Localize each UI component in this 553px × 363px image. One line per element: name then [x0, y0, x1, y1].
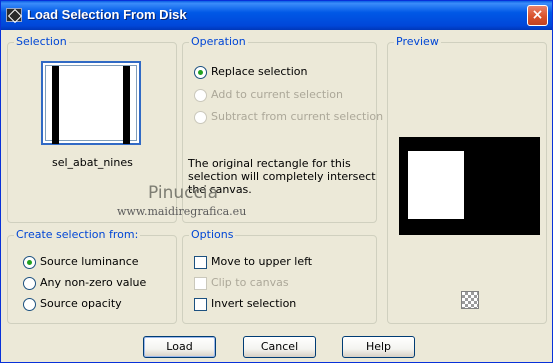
invert-selection-checkbox[interactable]: Invert selection [194, 297, 296, 311]
load-button[interactable]: Load [143, 336, 216, 358]
preview-selection-area [408, 151, 464, 219]
create-from-legend: Create selection from: [14, 228, 141, 241]
thumbnail-left-bar [52, 66, 59, 144]
checkbox-icon [194, 297, 207, 311]
radio-icon [23, 276, 36, 290]
add-to-selection-radio: Add to current selection [194, 88, 343, 102]
operation-legend: Operation [189, 35, 248, 48]
clip-to-canvas-label: Clip to canvas [211, 276, 289, 289]
selection-name: sel_abat_nines [52, 156, 133, 169]
move-to-upper-left-checkbox[interactable]: Move to upper left [194, 255, 312, 269]
subtract-selection-radio: Subtract from current selection [194, 110, 383, 124]
close-button[interactable]: × [527, 5, 548, 26]
radio-icon [194, 110, 207, 124]
title-bar[interactable]: Load Selection From Disk × [1, 1, 552, 30]
clip-to-canvas-checkbox: Clip to canvas [194, 276, 289, 290]
transparency-checker-icon[interactable] [461, 291, 479, 309]
radio-icon [194, 65, 207, 79]
source-opacity-label: Source opacity [40, 297, 122, 310]
source-luminance-label: Source luminance [40, 255, 139, 268]
invert-selection-label: Invert selection [211, 297, 297, 310]
source-opacity-radio[interactable]: Source opacity [23, 297, 122, 311]
preview-image [399, 137, 540, 235]
subtract-selection-label: Subtract from current selection [211, 110, 384, 123]
selection-legend: Selection [14, 35, 69, 48]
window-title: Load Selection From Disk [27, 7, 187, 22]
radio-icon [23, 297, 36, 311]
thumbnail-right-bar [123, 66, 130, 144]
selection-thumbnail[interactable] [41, 61, 141, 145]
watermark-name: Pinuccia [148, 183, 218, 203]
app-icon [6, 8, 22, 22]
replace-selection-radio[interactable]: Replace selection [194, 65, 307, 79]
preview-legend: Preview [394, 35, 441, 48]
options-legend: Options [189, 228, 236, 241]
help-button[interactable]: Help [342, 336, 415, 358]
radio-icon [23, 255, 36, 269]
replace-selection-label: Replace selection [211, 65, 308, 78]
close-icon: × [531, 7, 544, 23]
add-to-selection-label: Add to current selection [211, 88, 343, 101]
cancel-button[interactable]: Cancel [243, 336, 316, 358]
move-to-upper-left-label: Move to upper left [211, 255, 313, 268]
radio-icon [194, 88, 207, 102]
any-nonzero-radio[interactable]: Any non-zero value [23, 276, 146, 290]
watermark-url: www.maidiregrafica.eu [117, 205, 247, 218]
checkbox-icon [194, 255, 207, 269]
selection-thumbnail-image [45, 65, 137, 144]
source-luminance-radio[interactable]: Source luminance [23, 255, 139, 269]
checkbox-icon [194, 276, 207, 290]
any-nonzero-label: Any non-zero value [40, 276, 147, 289]
